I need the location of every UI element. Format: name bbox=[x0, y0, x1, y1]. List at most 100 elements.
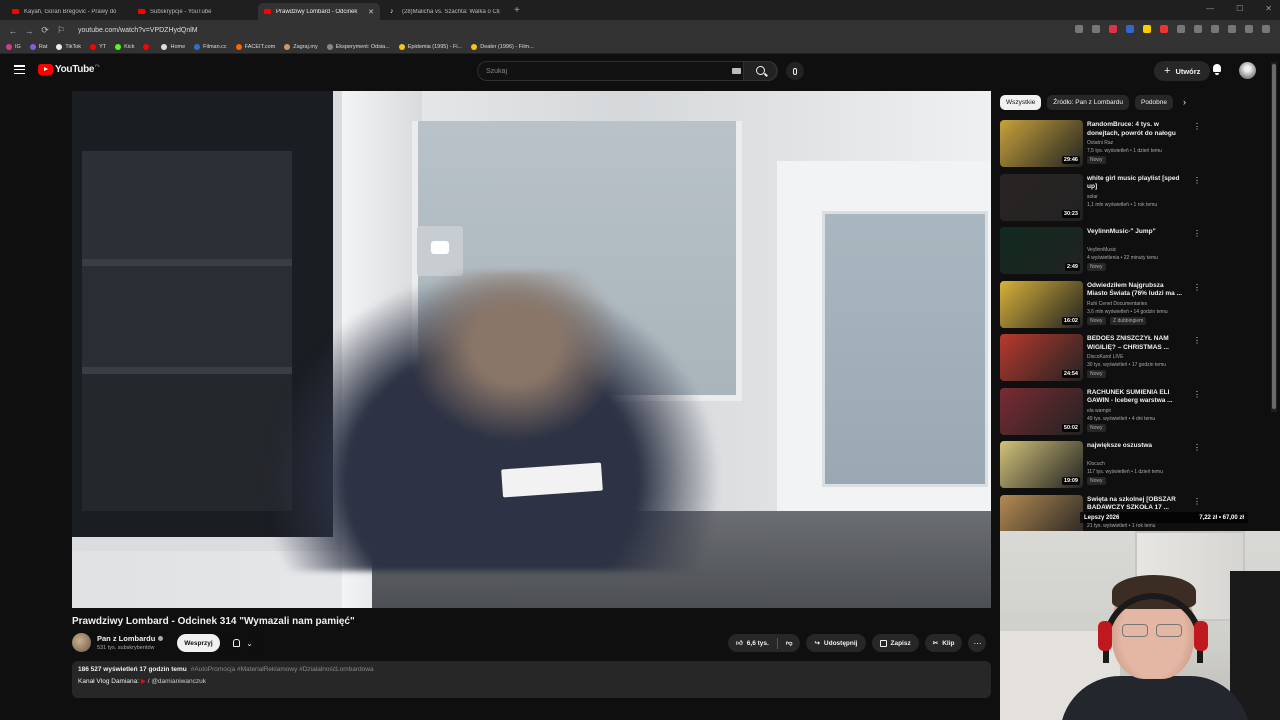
subscription-bell-dropdown[interactable]: ⌄ bbox=[226, 634, 260, 652]
new-tab-icon[interactable]: + bbox=[514, 5, 520, 16]
recommendation-item[interactable]: 19:09 największe oszustwa Klocuch 117 tys. … bbox=[1000, 441, 1210, 495]
recommendation-item[interactable]: 16:02 Odwiedziłem Najgrubsza Miasto Świat… bbox=[1000, 280, 1210, 335]
recommendation-title[interactable]: Święta na szkolnej [OBSZAR BADAWCZY SZKO… bbox=[1087, 496, 1182, 513]
extension-icon[interactable] bbox=[1075, 25, 1083, 33]
search-button[interactable] bbox=[743, 61, 777, 81]
maximize-icon[interactable]: ☐ bbox=[1236, 4, 1243, 13]
recommendation-item[interactable]: 29:46 RandomBruce: 4 tys. w donejtach, po… bbox=[1000, 120, 1210, 174]
bookmark-item[interactable]: Kick bbox=[115, 44, 134, 50]
back-icon[interactable]: ← bbox=[6, 26, 20, 36]
extension-icon[interactable] bbox=[1211, 25, 1219, 33]
recommendation-channel[interactable]: Klocuch bbox=[1087, 461, 1105, 467]
search-input[interactable] bbox=[486, 67, 716, 75]
video-player[interactable] bbox=[72, 91, 991, 608]
more-options-icon[interactable]: ⋮ bbox=[1193, 443, 1201, 452]
more-actions-icon[interactable]: ⋯ bbox=[968, 634, 987, 652]
chip-similar[interactable]: Podobne bbox=[1134, 95, 1174, 110]
recommendation-thumbnail[interactable]: 29:46 bbox=[1000, 120, 1083, 167]
reload-icon[interactable]: ⟳ bbox=[38, 25, 52, 36]
more-options-icon[interactable]: ⋮ bbox=[1193, 229, 1201, 238]
recommendation-thumbnail[interactable]: 19:09 bbox=[1000, 441, 1083, 488]
bookmark-item[interactable]: Eksperyment: Odsia... bbox=[326, 44, 390, 50]
account-avatar[interactable] bbox=[1239, 62, 1256, 79]
recommendation-title[interactable]: Odwiedziłem Najgrubsza Miasto Świata (76… bbox=[1087, 282, 1182, 299]
recommendation-item[interactable]: 24:54 BEDOES ZNISZCZYŁ NAM WIGILIĘ? – CHR… bbox=[1000, 334, 1210, 388]
more-options-icon[interactable]: ⋮ bbox=[1193, 390, 1201, 399]
dislike-button[interactable]: 👎︎ bbox=[778, 639, 801, 647]
recommendation-title[interactable]: VeylinnMusic-" Jump" bbox=[1087, 228, 1182, 237]
channel-link[interactable]: / @damianiwanczuk bbox=[148, 678, 206, 685]
hashtags[interactable]: #AutoPromocja #MateriałReklamowy #Działa… bbox=[191, 666, 374, 673]
extension-icon[interactable] bbox=[1177, 25, 1185, 33]
channel-name[interactable]: Pan z Lombardu bbox=[97, 634, 164, 643]
close-tab-icon[interactable]: ✕ bbox=[368, 8, 374, 16]
notifications-bell-icon[interactable] bbox=[1212, 64, 1222, 75]
bookmark-item[interactable]: Rat bbox=[29, 44, 47, 50]
voice-search-button[interactable] bbox=[786, 62, 804, 80]
more-options-icon[interactable]: ⋮ bbox=[1193, 176, 1201, 185]
site-info-icon[interactable]: ⚐ bbox=[54, 25, 68, 36]
bookmark-item[interactable]: TikTok bbox=[56, 44, 81, 50]
bookmark-item[interactable]: Home bbox=[161, 44, 185, 50]
browser-tab[interactable]: Kayah, Goran Bregović - Prawy do bbox=[6, 3, 128, 20]
browser-tab-active[interactable]: Prawdziwy Lombard - Odcinek ✕ bbox=[258, 3, 380, 20]
media-icon[interactable] bbox=[1245, 25, 1253, 33]
bookmark-item[interactable]: Filman.cc bbox=[194, 44, 227, 50]
download-icon[interactable] bbox=[1194, 25, 1202, 33]
extension-icon[interactable] bbox=[1092, 25, 1100, 33]
url-field[interactable]: youtube.com/watch?v=VPDZHydQnlM bbox=[78, 27, 198, 34]
bookmark-item[interactable]: YT bbox=[90, 44, 106, 50]
bookmark-item[interactable]: IG bbox=[6, 44, 21, 50]
minimize-icon[interactable]: — bbox=[1206, 4, 1214, 13]
bookmark-item[interactable]: Zagraj.my bbox=[284, 44, 318, 50]
bookmark-item[interactable] bbox=[143, 44, 152, 50]
support-button[interactable]: Wesprzyj bbox=[177, 634, 220, 652]
recommendation-thumbnail[interactable]: 50:02 bbox=[1000, 387, 1083, 435]
extension-icon[interactable] bbox=[1109, 25, 1117, 33]
scrollbar-thumb[interactable] bbox=[1272, 64, 1276, 409]
recommendation-title[interactable]: BEDOES ZNISZCZYŁ NAM WIGILIĘ? – CHRISTMA… bbox=[1087, 335, 1182, 352]
recommendation-thumbnail[interactable]: 16:02 bbox=[1000, 280, 1083, 328]
recommendation-channel[interactable]: Ostatni Raz bbox=[1087, 140, 1113, 146]
recommendation-channel[interactable]: ela wampir bbox=[1087, 408, 1111, 414]
youtube-logo[interactable]: YouTube PL bbox=[38, 63, 100, 75]
forward-icon[interactable]: → bbox=[22, 26, 36, 36]
bookmark-item[interactable]: Dealer (1996) - Film... bbox=[471, 44, 534, 50]
save-button[interactable]: Zapisz bbox=[871, 634, 919, 652]
recommendation-item[interactable]: 30:23 white girl music playlist [sped up]… bbox=[1000, 173, 1210, 228]
recommendation-channel[interactable]: Ruhi Cenet Documentaries bbox=[1087, 301, 1147, 307]
browser-menu-icon[interactable] bbox=[1262, 25, 1270, 33]
browser-tab[interactable]: Subskrypcje - YouTube bbox=[132, 3, 254, 20]
recommendation-thumbnail[interactable]: 2:49 bbox=[1000, 227, 1083, 274]
more-options-icon[interactable]: ⋮ bbox=[1193, 497, 1201, 506]
like-button[interactable]: 👍︎ 6,6 tys. bbox=[728, 639, 777, 648]
close-window-icon[interactable]: ✕ bbox=[1265, 4, 1272, 13]
clip-button[interactable]: ✂ Klip bbox=[924, 634, 963, 652]
recommendation-title[interactable]: white girl music playlist [sped up] bbox=[1087, 175, 1182, 192]
extension-icon[interactable] bbox=[1160, 25, 1168, 33]
browser-tab[interactable]: ♪ (28)Malicha vs. Szachta: Walka o Clip bbox=[384, 3, 506, 20]
channel-avatar[interactable] bbox=[72, 633, 91, 652]
recommendation-title[interactable]: RandomBruce: 4 tys. w donejtach, powrót … bbox=[1087, 121, 1182, 138]
recommendation-title[interactable]: RACHUNEK SUMIENIA ELI GAWIN - Iceberg wa… bbox=[1087, 389, 1182, 406]
recommendation-channel[interactable]: VeylinnMusic bbox=[1087, 247, 1116, 253]
more-options-icon[interactable]: ⋮ bbox=[1193, 122, 1201, 131]
recommendation-item[interactable]: 50:02 RACHUNEK SUMIENIA ELI GAWIN - Icebe… bbox=[1000, 387, 1210, 442]
recommendation-title[interactable]: największe oszustwa bbox=[1087, 442, 1182, 451]
more-options-icon[interactable]: ⋮ bbox=[1193, 336, 1201, 345]
hamburger-menu-icon[interactable] bbox=[14, 65, 25, 74]
chip-all[interactable]: Wszystkie bbox=[1000, 95, 1042, 110]
extension-icon[interactable] bbox=[1143, 25, 1151, 33]
recommendation-channel[interactable]: DiscoKarol LIVE bbox=[1087, 354, 1123, 360]
share-button[interactable]: ↪ Udostępnij bbox=[806, 634, 866, 652]
recommendation-channel[interactable]: solar bbox=[1087, 194, 1098, 200]
chevron-right-icon[interactable]: › bbox=[1183, 97, 1186, 107]
bookmark-item[interactable]: FACEIT.com bbox=[235, 44, 275, 50]
link-icon[interactable] bbox=[1228, 25, 1236, 33]
chip-from-channel[interactable]: Źródło: Pan z Lombardu bbox=[1047, 95, 1129, 110]
recommendation-item[interactable]: 2:49 VeylinnMusic-" Jump" VeylinnMusic 4 wy… bbox=[1000, 227, 1210, 281]
description-box[interactable]: 186 527 wyświetleń 17 godzin temu #AutoP… bbox=[72, 661, 991, 698]
extension-icon[interactable] bbox=[1126, 25, 1134, 33]
recommendation-thumbnail[interactable]: 30:23 bbox=[1000, 173, 1083, 221]
recommendation-thumbnail[interactable]: 24:54 bbox=[1000, 334, 1083, 381]
